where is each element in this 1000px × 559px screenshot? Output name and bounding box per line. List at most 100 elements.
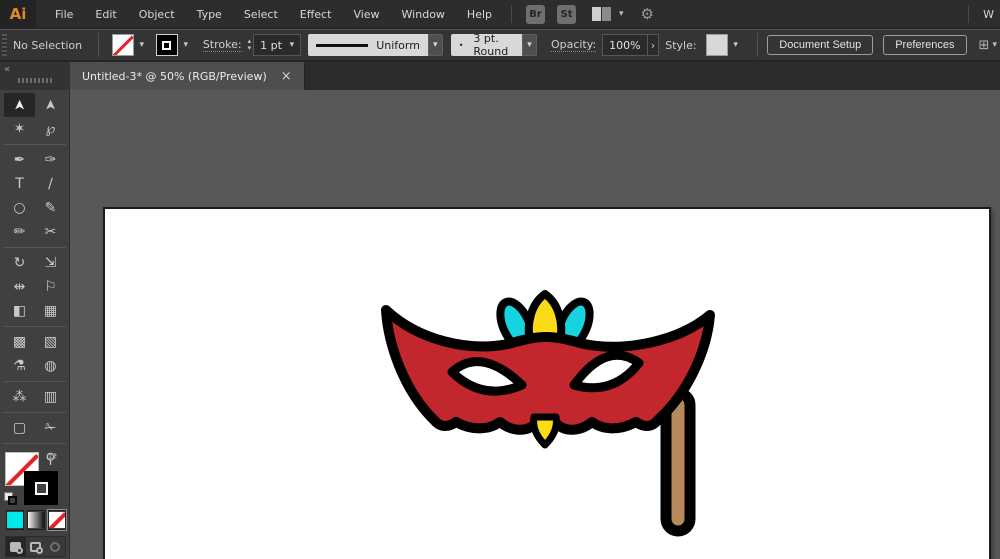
paintbrush-tool[interactable]: ✎ [35, 196, 66, 220]
puppet-warp-tool[interactable]: ⚐ [35, 275, 66, 299]
shape-builder-tool-icon: ◧ [13, 303, 26, 319]
pencil-tool-icon: ✏ [14, 224, 26, 240]
direct-selection-tool-icon: ➤ [42, 99, 58, 111]
width-tool[interactable]: ⇹ [4, 275, 35, 299]
stroke-proxy-swatch[interactable] [24, 471, 58, 505]
mask-artwork[interactable] [373, 288, 723, 543]
menu-item-type[interactable]: Type [186, 0, 233, 29]
menu-item-edit[interactable]: Edit [84, 0, 127, 29]
stroke-panel-link[interactable]: Stroke: [203, 38, 242, 52]
rotate-tool[interactable]: ↻ [4, 251, 35, 275]
divider [757, 33, 758, 57]
stock-button[interactable]: St [557, 5, 576, 24]
column-graph-tool[interactable]: ▥ [35, 385, 66, 409]
blend-tool[interactable]: ◍ [35, 354, 66, 378]
fill-color-swatch[interactable] [112, 34, 134, 56]
selection-status: No Selection [13, 39, 82, 52]
column-graph-tool-icon: ▥ [44, 389, 57, 405]
curvature-tool[interactable]: ✑ [35, 148, 66, 172]
eyedropper-tool[interactable]: ⚗ [4, 354, 35, 378]
eyedropper-tool-icon: ⚗ [13, 358, 26, 374]
chevron-down-icon[interactable]: ▾ [619, 9, 624, 19]
tool-group-separator [4, 141, 66, 145]
apply-color-button[interactable] [6, 510, 24, 530]
preferences-button[interactable]: Preferences [883, 35, 966, 55]
bridge-button[interactable]: Br [526, 5, 545, 24]
chevron-down-icon[interactable]: ▾ [992, 40, 997, 50]
mask-bottom-drop[interactable] [534, 417, 557, 445]
arrange-documents-icon[interactable] [592, 7, 612, 21]
menu-item-select[interactable]: Select [233, 0, 289, 29]
width-profile-chevron-icon[interactable]: ▾ [428, 34, 443, 56]
stepper-down-icon[interactable]: ▾ [248, 45, 252, 52]
scale-tool[interactable]: ⇲ [35, 251, 66, 275]
style-dropdown-chevron-icon[interactable]: ▾ [728, 34, 744, 56]
menu-item-view[interactable]: View [342, 0, 390, 29]
tool-group-separator [4, 440, 66, 444]
tools-panel: ➤➤✶℘✒✑T∕○✎✏✂↻⇲⇹⚐◧▦▩▧⚗◍⁂▥▢✁☝⚲ ⇄ [0, 90, 70, 559]
draw-behind-mode-button[interactable] [26, 537, 46, 556]
lasso-tool[interactable]: ℘ [35, 117, 66, 141]
mesh-tool[interactable]: ▩ [4, 330, 35, 354]
tab-close-icon[interactable]: × [281, 69, 292, 84]
line-segment-tool[interactable]: ∕ [35, 172, 66, 196]
graphic-style-swatch[interactable] [706, 34, 728, 56]
shape-builder-tool[interactable]: ◧ [4, 299, 35, 323]
artboard-tool[interactable]: ▢ [4, 416, 35, 440]
brush-definition-chevron-icon[interactable]: ▾ [522, 34, 537, 56]
opacity-field[interactable]: 100% [602, 34, 647, 56]
stroke-color-swatch[interactable] [156, 34, 178, 56]
draw-normal-mode-button[interactable] [6, 537, 26, 556]
tool-group-separator [4, 409, 66, 413]
document-setup-button[interactable]: Document Setup [767, 35, 873, 55]
gpu-performance-icon[interactable]: ⚙ [641, 5, 654, 23]
direct-selection-tool[interactable]: ➤ [35, 93, 66, 117]
width-profile-value: Uniform [376, 39, 420, 52]
scissors-tool[interactable]: ✂ [35, 220, 66, 244]
control-bar-grip[interactable] [2, 34, 7, 56]
menu-item-file[interactable]: File [44, 0, 84, 29]
default-fill-stroke-icon[interactable] [4, 492, 18, 506]
paintbrush-tool-icon: ✎ [45, 200, 57, 216]
mesh-tool-icon: ▩ [13, 334, 26, 350]
perspective-grid-tool[interactable]: ▦ [35, 299, 66, 323]
selection-tool[interactable]: ➤ [4, 93, 35, 117]
draw-inside-mode-button[interactable] [45, 537, 65, 556]
canvas-area[interactable] [70, 90, 1000, 559]
menu-item-help[interactable]: Help [456, 0, 503, 29]
opacity-more-button[interactable]: › [648, 34, 660, 56]
menubar-separator [511, 5, 512, 23]
collapse-panel-icon[interactable]: « [4, 64, 10, 75]
toolbar-header: « [0, 62, 70, 90]
slice-tool-icon: ✁ [45, 420, 57, 436]
apply-gradient-button[interactable] [27, 510, 45, 530]
opacity-panel-link[interactable]: Opacity: [551, 38, 596, 52]
fill-dropdown-chevron-icon[interactable]: ▾ [134, 34, 150, 56]
swap-fill-stroke-icon[interactable]: ⇄ [48, 450, 57, 463]
panel-dock-icon[interactable]: ⊞ [979, 38, 990, 53]
gradient-tool[interactable]: ▧ [35, 330, 66, 354]
menu-item-window[interactable]: Window [391, 0, 456, 29]
magic-wand-tool[interactable]: ✶ [4, 117, 35, 141]
menu-item-object[interactable]: Object [128, 0, 186, 29]
stroke-weight-stepper[interactable]: ▴ ▾ [248, 38, 252, 52]
width-profile-dropdown[interactable]: Uniform [308, 34, 428, 56]
menu-item-effect[interactable]: Effect [289, 0, 343, 29]
toolbar-grip-dots[interactable] [18, 78, 52, 83]
magic-wand-tool-icon: ✶ [14, 121, 26, 137]
chevron-down-icon[interactable]: ▾ [290, 40, 295, 50]
pen-tool[interactable]: ✒ [4, 148, 35, 172]
pencil-tool[interactable]: ✏ [4, 220, 35, 244]
ellipse-tool-icon: ○ [13, 200, 25, 216]
symbol-sprayer-tool[interactable]: ⁂ [4, 385, 35, 409]
apply-none-button[interactable] [48, 510, 66, 530]
slice-tool[interactable]: ✁ [35, 416, 66, 440]
workspace-switcher-partial[interactable]: W [977, 8, 1000, 21]
brush-definition-dropdown[interactable]: • 3 pt. Round [451, 34, 523, 56]
document-tab[interactable]: Untitled-3* @ 50% (RGB/Preview) × [70, 62, 305, 90]
type-tool[interactable]: T [4, 172, 35, 196]
stroke-weight-field[interactable]: 1 pt ▾ [253, 34, 301, 56]
ellipse-tool[interactable]: ○ [4, 196, 35, 220]
menu-items: FileEditObjectTypeSelectEffectViewWindow… [44, 0, 503, 29]
stroke-dropdown-chevron-icon[interactable]: ▾ [178, 34, 194, 56]
